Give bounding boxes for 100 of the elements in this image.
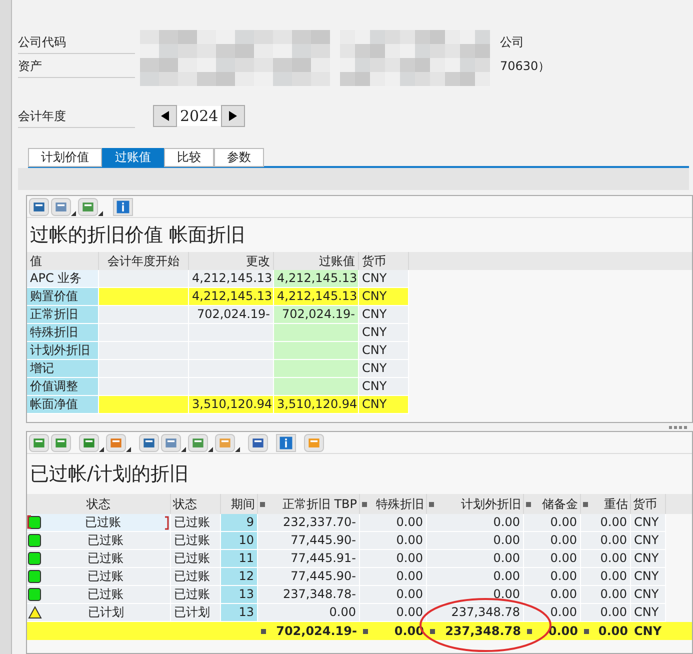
panel-title: 过帐的折旧价值 帐面折旧 — [29, 223, 246, 248]
dropdown-icon[interactable] — [126, 446, 131, 452]
table-cell: 0.00 — [524, 568, 581, 586]
column-header: 特殊折旧 — [376, 496, 424, 513]
table-cell: 特殊折旧 — [27, 324, 99, 342]
table-cell: 购置价值 — [27, 288, 99, 306]
table-cell: 0.00 — [360, 550, 427, 568]
table-cell: 已过账 — [171, 514, 221, 532]
table-cell: 3,510,120.94 — [274, 396, 359, 414]
table-cell: 0.00 — [581, 604, 631, 622]
total-value: 0.00 — [598, 623, 628, 640]
table-cell: 0.00 — [581, 550, 631, 568]
dropdown-icon[interactable] — [208, 446, 213, 452]
sum-marker-icon — [527, 628, 532, 634]
table-cell: CNY — [359, 342, 409, 360]
table-cell: 0.00 — [427, 568, 524, 586]
info-icon[interactable] — [113, 198, 133, 216]
table-cell: 0.00 — [524, 514, 581, 532]
table-cell: 计划外折旧 — [27, 342, 99, 360]
table-cell: APC 业务 — [27, 270, 99, 288]
tab[interactable]: 计划价值 — [28, 148, 102, 167]
table-cell: 0.00 — [581, 532, 631, 550]
table-cell: 0.00 — [524, 586, 581, 604]
column-header: 重估 — [604, 496, 628, 513]
table-cell: 价值调整 — [27, 378, 99, 396]
left-arrow-icon — [161, 111, 169, 121]
table-cell: 已过账 — [171, 550, 221, 568]
year-field[interactable]: 2024 — [177, 106, 222, 126]
table-cell-text: 已过账 — [86, 532, 124, 549]
total-value: CNY — [634, 623, 662, 640]
table-cell: 帐面净值 — [27, 396, 99, 414]
table-cell: 13 — [221, 604, 258, 622]
column-header: 计划外折旧 — [461, 496, 521, 513]
table-cell: 9 — [221, 514, 258, 532]
tab[interactable]: 过账值 — [102, 148, 164, 167]
table-cell: 已过账 — [171, 568, 221, 586]
table-cell: 3,510,120.94 — [189, 396, 274, 414]
table-cell: CNY — [359, 378, 409, 396]
table-cell: 0.00 — [524, 604, 581, 622]
table-cell: 0.00 — [524, 550, 581, 568]
total-value: 237,348.78 — [445, 623, 521, 640]
table-cell: 702,024.19- — [274, 306, 359, 324]
sum-marker-icon — [363, 628, 368, 634]
focus-bracket-icon — [27, 515, 31, 529]
right-arrow-icon — [229, 111, 238, 121]
sum-marker-icon — [261, 628, 266, 634]
table-cell: 4,212,145.13 — [189, 288, 274, 306]
table-cell: CNY — [631, 550, 666, 568]
table-cell: 0.00 — [581, 586, 631, 604]
table-cell: 增记 — [27, 360, 99, 378]
dropdown-icon[interactable] — [181, 446, 186, 452]
next-year-button[interactable] — [221, 105, 246, 127]
splitter-handle-icon[interactable] — [669, 426, 689, 428]
info-icon[interactable] — [276, 434, 296, 452]
table-cell: 237,348.78 — [427, 604, 524, 622]
column-header: 储备金 — [542, 496, 578, 513]
table-cell-text: 已计划 — [87, 604, 125, 621]
table-cell: 0.00 — [360, 604, 427, 622]
table-cell: 77,445.90- — [258, 532, 360, 550]
table-cell: CNY — [359, 270, 409, 288]
field-label: 资产 — [18, 54, 135, 78]
dropdown-icon[interactable] — [71, 210, 76, 216]
table-cell: CNY — [631, 532, 666, 550]
table-cell: 已过账 — [171, 532, 221, 550]
field-label: 公司代码 — [18, 30, 135, 54]
dropdown-icon[interactable] — [98, 210, 103, 216]
field-value: 公司 — [500, 34, 524, 51]
table-cell: 10 — [221, 532, 258, 550]
table-cell: CNY — [359, 288, 409, 306]
table-cell-text: 已过账 — [86, 550, 124, 567]
table-cell: 77,445.90- — [258, 568, 360, 586]
table-cell: 77,445.91- — [258, 550, 360, 568]
table-cell: 0.00 — [360, 514, 427, 532]
table-cell: CNY — [359, 360, 409, 378]
table-cell: CNY — [631, 568, 666, 586]
table-cell: 0.00 — [360, 568, 427, 586]
table-cell: 0.00 — [427, 514, 524, 532]
table-cell-text: 已过账 — [86, 568, 124, 585]
table-cell: 0.00 — [581, 514, 631, 532]
table-cell: 0.00 — [360, 532, 427, 550]
table-cell: 正常折旧 — [27, 306, 99, 324]
table-cell: 237,348.78- — [258, 586, 360, 604]
column-header: 状态 — [86, 496, 110, 513]
table-cell: 4,212,145.13 — [274, 270, 359, 288]
previous-year-button[interactable] — [153, 105, 177, 127]
dropdown-icon[interactable] — [99, 446, 104, 452]
column-header: 期间 — [231, 496, 255, 513]
total-value: 0.00 — [548, 623, 578, 640]
sum-marker-icon — [430, 628, 435, 634]
column-header: 正常折旧 TBP — [282, 496, 357, 513]
table-cell: 11 — [221, 550, 258, 568]
table-cell: 4,212,145.13 — [274, 288, 359, 306]
field-value: 70630） — [500, 58, 550, 75]
dropdown-icon[interactable] — [235, 446, 240, 452]
table-cell: 0.00 — [258, 604, 360, 622]
table-cell: CNY — [631, 604, 666, 622]
tab[interactable]: 比较 — [164, 148, 214, 167]
panel-title: 已过帐/计划的折旧 — [29, 462, 190, 487]
tab[interactable]: 参数 — [214, 148, 264, 167]
table-cell: 12 — [221, 568, 258, 586]
